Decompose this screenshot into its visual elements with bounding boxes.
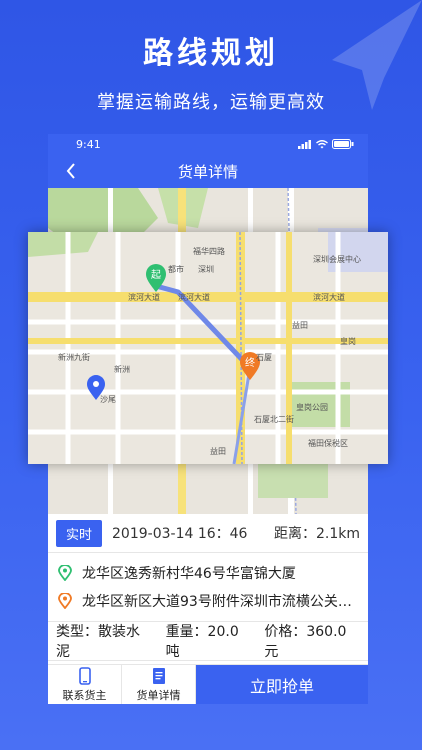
from-address-row: 龙华区逸秀新村华46号华富锦大厦 xyxy=(48,559,368,587)
order-detail-button[interactable]: 货单详情 xyxy=(122,665,196,704)
chevron-left-icon xyxy=(66,163,75,179)
nav-bar: 货单详情 xyxy=(48,154,368,188)
order-detail-label: 货单详情 xyxy=(136,688,181,702)
contact-owner-button[interactable]: 联系货主 xyxy=(48,665,122,704)
svg-text:石厦: 石厦 xyxy=(256,353,272,362)
signal-icon xyxy=(298,139,311,149)
svg-text:皇岗公园: 皇岗公园 xyxy=(296,402,328,412)
promo-title: 路线规划 xyxy=(143,36,279,71)
svg-text:深圳: 深圳 xyxy=(198,264,214,274)
svg-text:深圳会展中心: 深圳会展中心 xyxy=(313,254,361,264)
document-icon xyxy=(152,667,165,684)
svg-text:益田: 益田 xyxy=(292,320,308,330)
svg-text:起: 起 xyxy=(151,269,161,281)
page-title: 货单详情 xyxy=(177,162,238,181)
svg-text:皇岗: 皇岗 xyxy=(340,336,356,346)
svg-text:滨河大道: 滨河大道 xyxy=(178,292,210,302)
realtime-tag: 实时 xyxy=(56,519,103,547)
to-address-row: 龙华区新区大道93号附件深圳市流横公关… xyxy=(48,587,368,615)
svg-text:新洲九街: 新洲九街 xyxy=(58,352,90,362)
order-header-row: 实时 2019-03-14 16：46 距离：2.1km xyxy=(48,514,368,552)
status-bar: 9:41 xyxy=(48,134,368,154)
phone-icon xyxy=(78,666,91,685)
back-button[interactable] xyxy=(60,160,82,182)
cargo-row: 类型：散装水泥 重量：20.0吨 价格：360.0元 xyxy=(48,622,368,660)
order-info: 实时 2019-03-14 16：46 距离：2.1km 龙华区逸秀新村华46号… xyxy=(48,514,368,661)
svg-text:滨河大道: 滨河大道 xyxy=(313,292,345,302)
to-address: 龙华区新区大道93号附件深圳市流横公关… xyxy=(82,594,352,610)
order-datetime: 2019-03-14 16：46 xyxy=(112,526,248,542)
svg-text:益田: 益田 xyxy=(210,446,226,456)
end-pin-icon xyxy=(58,593,72,609)
svg-text:石厦北二街: 石厦北二街 xyxy=(254,414,294,424)
svg-text:沙尾: 沙尾 xyxy=(100,395,116,404)
grab-order-button[interactable]: 立即抢单 xyxy=(196,665,368,704)
start-pin-icon xyxy=(58,565,72,581)
contact-owner-label: 联系货主 xyxy=(62,688,107,702)
cargo-price: 价格：360.0元 xyxy=(264,624,347,660)
svg-text:新洲: 新洲 xyxy=(114,364,130,374)
promo-subtitle: 掌握运输路线，运输更高效 xyxy=(97,92,325,113)
svg-text:终: 终 xyxy=(245,356,255,369)
svg-text:福田保税区: 福田保税区 xyxy=(308,438,348,448)
status-icons xyxy=(298,139,354,149)
svg-text:滨河大道: 滨河大道 xyxy=(128,292,160,302)
wifi-icon xyxy=(316,139,328,148)
svg-text:福华四路: 福华四路 xyxy=(193,246,225,256)
svg-text:都市: 都市 xyxy=(168,264,184,274)
cargo-type: 类型：散装水泥 xyxy=(56,624,140,660)
bottom-bar: 联系货主 货单详情 立即抢单 xyxy=(48,664,368,704)
battery-icon xyxy=(332,139,354,149)
from-address: 龙华区逸秀新村华46号华富锦大厦 xyxy=(82,566,296,582)
route-map[interactable]: 起 终 滨河大道 滨河大道 滨河大道 新洲九街 新洲 皇岗 石厦 石厦北二街 福… xyxy=(28,232,388,464)
order-distance: 距离：2.1km xyxy=(273,526,360,542)
status-time: 9:41 xyxy=(76,137,101,151)
cargo-weight: 重量：20.0吨 xyxy=(165,624,239,660)
